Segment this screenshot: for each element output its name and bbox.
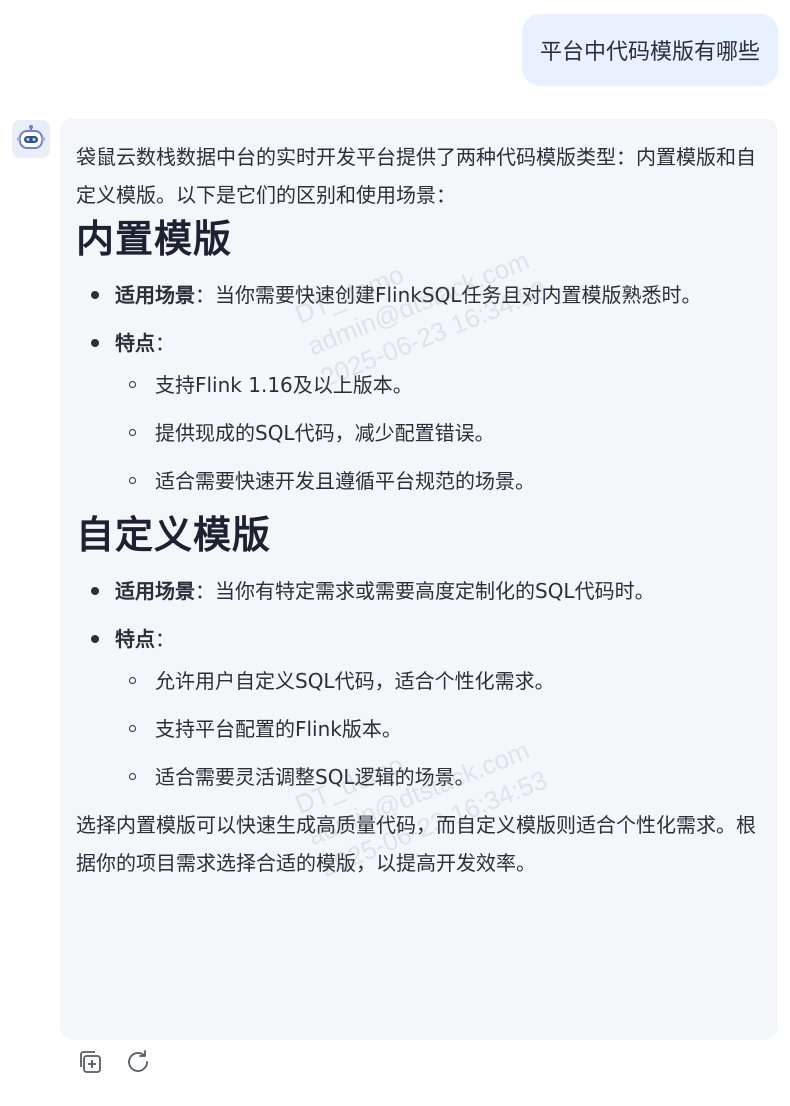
list-item: 适用场景：当你有特定需求或需要高度定制化的SQL代码时。 bbox=[76, 572, 762, 610]
robot-avatar-icon bbox=[12, 120, 50, 158]
scenario-text: ：当你需要快速创建FlinkSQL任务且对内置模版熟悉时。 bbox=[195, 283, 702, 307]
feature-item: 提供现成的SQL代码，减少配置错误。 bbox=[115, 414, 762, 452]
feature-item: 支持平台配置的Flink版本。 bbox=[115, 710, 762, 748]
regenerate-icon[interactable] bbox=[122, 1046, 154, 1078]
features-colon: ： bbox=[155, 627, 175, 651]
features-label: 特点 bbox=[115, 331, 155, 355]
features-colon: ： bbox=[155, 331, 175, 355]
scenario-text: ：当你有特定需求或需要高度定制化的SQL代码时。 bbox=[195, 579, 655, 603]
feature-item: 支持Flink 1.16及以上版本。 bbox=[115, 366, 762, 404]
feature-item: 允许用户自定义SQL代码，适合个性化需求。 bbox=[115, 662, 762, 700]
message-actions bbox=[74, 1046, 154, 1078]
answer-intro: 袋鼠云数栈数据中台的实时开发平台提供了两种代码模版类型：内置模版和自定义模版。以… bbox=[76, 145, 756, 207]
feature-item: 适合需要快速开发且遵循平台规范的场景。 bbox=[115, 462, 762, 500]
custom-bullet-list: 适用场景：当你有特定需求或需要高度定制化的SQL代码时。 特点： 允许用户自定义… bbox=[76, 572, 762, 796]
user-message-bubble: 平台中代码模版有哪些 bbox=[521, 14, 778, 86]
answer-outro: 选择内置模版可以快速生成高质量代码，而自定义模版则适合个性化需求。根据你的项目需… bbox=[76, 813, 756, 875]
copy-icon[interactable] bbox=[74, 1046, 106, 1078]
user-message-text: 平台中代码模版有哪些 bbox=[539, 40, 760, 65]
assistant-answer-card: 袋鼠云数栈数据中台的实时开发平台提供了两种代码模版类型：内置模版和自定义模版。以… bbox=[60, 118, 778, 1040]
feature-item: 适合需要灵活调整SQL逻辑的场景。 bbox=[115, 758, 762, 796]
builtin-feature-list: 支持Flink 1.16及以上版本。 提供现成的SQL代码，减少配置错误。 适合… bbox=[115, 366, 762, 500]
custom-feature-list: 允许用户自定义SQL代码，适合个性化需求。 支持平台配置的Flink版本。 适合… bbox=[115, 662, 762, 796]
chat-page: 平台中代码模版有哪些 袋鼠云数栈数据中台的实时开发平台提供了两种代码模版类型：内… bbox=[0, 0, 790, 1106]
list-item: 特点： 支持Flink 1.16及以上版本。 提供现成的SQL代码，减少配置错误… bbox=[76, 324, 762, 500]
scenario-label: 适用场景 bbox=[115, 579, 195, 603]
section-heading-custom: 自定义模版 bbox=[76, 513, 272, 557]
list-item: 特点： 允许用户自定义SQL代码，适合个性化需求。 支持平台配置的Flink版本… bbox=[76, 620, 762, 796]
section-heading-builtin: 内置模版 bbox=[76, 217, 233, 261]
builtin-bullet-list: 适用场景：当你需要快速创建FlinkSQL任务且对内置模版熟悉时。 特点： 支持… bbox=[76, 276, 762, 500]
scenario-label: 适用场景 bbox=[115, 283, 195, 307]
features-label: 特点 bbox=[115, 627, 155, 651]
list-item: 适用场景：当你需要快速创建FlinkSQL任务且对内置模版熟悉时。 bbox=[76, 276, 762, 314]
